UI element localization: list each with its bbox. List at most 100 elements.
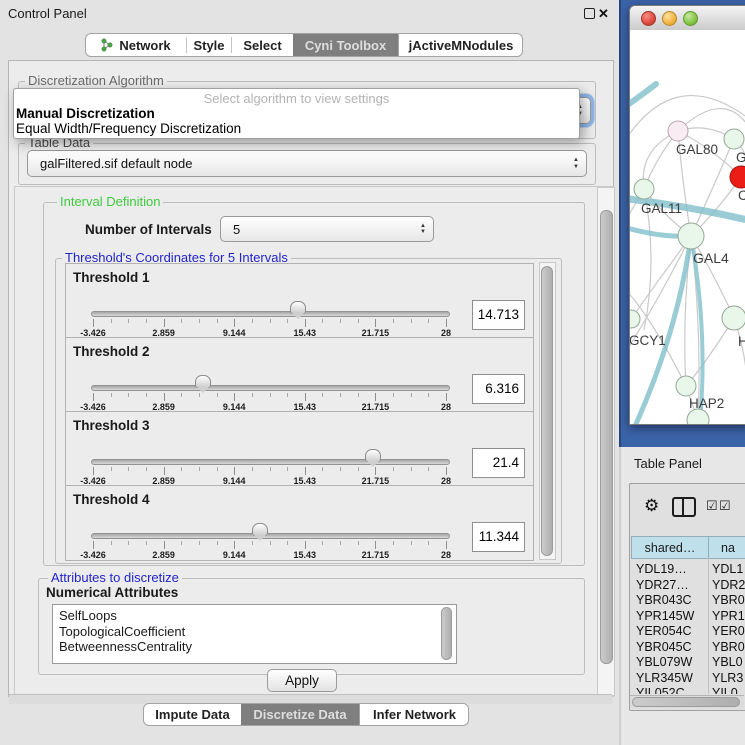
- threshold-slider-thumb[interactable]: [252, 523, 268, 536]
- attributes-scrollbar-thumb[interactable]: [441, 607, 452, 660]
- network-node-bottom-clipped[interactable]: [687, 409, 709, 424]
- table-cell-shared-name[interactable]: YPR145W: [636, 609, 694, 623]
- tick-mark: [305, 467, 306, 475]
- gear-icon[interactable]: ⚙: [644, 497, 659, 514]
- tab-network[interactable]: Network: [86, 34, 186, 56]
- tab-discretize-data[interactable]: Discretize Data: [241, 704, 359, 725]
- table-data-combobox[interactable]: galFiltered.sif default node ▲▼: [27, 150, 587, 177]
- hscrollbar-thumb[interactable]: [632, 697, 740, 707]
- table-header-shared[interactable]: shared…: [631, 536, 709, 559]
- tick-mark: [181, 393, 182, 397]
- apply-button[interactable]: Apply: [267, 669, 337, 692]
- checkbox-checked-icon[interactable]: ☑: [706, 499, 718, 512]
- network-node-label: GAL80: [676, 142, 718, 157]
- panel-title: Control Panel: [8, 6, 87, 21]
- tab-cyni-toolbox[interactable]: Cyni Toolbox: [293, 34, 398, 56]
- table-cell-name[interactable]: YBR0: [712, 593, 745, 607]
- table-cell-name[interactable]: YPR1: [712, 609, 745, 623]
- table-cell-shared-name[interactable]: YBR045C: [636, 640, 692, 654]
- columns-icon[interactable]: [672, 497, 696, 517]
- panel-scrollbar-thumb[interactable]: [600, 210, 613, 664]
- table-cell-name[interactable]: YIL0: [712, 686, 738, 694]
- tick-mark: [305, 393, 306, 401]
- threshold-label: Threshold 3: [73, 418, 150, 433]
- number-of-intervals-spinner[interactable]: 5 ▲▼: [220, 216, 434, 242]
- float-icon[interactable]: [584, 8, 595, 19]
- tick-mark: [252, 319, 253, 323]
- table-cell-name[interactable]: YBR0: [712, 640, 745, 654]
- tick-mark: [287, 467, 288, 471]
- tick-mark: [322, 393, 323, 397]
- table-cell-name[interactable]: YLR3: [712, 671, 743, 685]
- network-node-GA-clipped[interactable]: [724, 129, 744, 149]
- table-cell-shared-name[interactable]: YDL19…: [636, 562, 687, 576]
- threshold-slider-track[interactable]: [91, 385, 450, 391]
- tab-style[interactable]: Style: [187, 34, 231, 56]
- tick-mark: [199, 541, 200, 545]
- tab-jactivemnodules[interactable]: jActiveMNodules: [398, 34, 523, 56]
- table-cell-name[interactable]: YDL1: [712, 562, 743, 576]
- tick-mark: [111, 541, 112, 545]
- mac-zoom-button[interactable]: [683, 11, 698, 26]
- network-canvas[interactable]: GAL80GACGAL11GAL4GCY1HHAP2: [630, 30, 745, 424]
- attribute-list-item[interactable]: TopologicalCoefficient: [59, 624, 185, 639]
- network-node-label: H: [738, 334, 745, 349]
- threshold-slider-track[interactable]: [91, 533, 450, 539]
- table-cell-shared-name[interactable]: YDR27…: [636, 578, 689, 592]
- network-edge-highlighted: [630, 84, 656, 110]
- table-cell-shared-name[interactable]: YBR043C: [636, 593, 692, 607]
- tab-impute-data[interactable]: Impute Data: [144, 704, 241, 725]
- mac-close-button[interactable]: [641, 11, 656, 26]
- table-panel-title: Table Panel: [634, 456, 702, 471]
- attribute-list-item[interactable]: BetweennessCentrality: [59, 639, 192, 654]
- threshold-slider-thumb[interactable]: [195, 375, 211, 388]
- threshold-value-field[interactable]: 6.316: [472, 374, 525, 404]
- network-node-GCY1[interactable]: [630, 310, 640, 328]
- threshold-slider-thumb[interactable]: [365, 449, 381, 462]
- attribute-list-item[interactable]: SelfLoops: [59, 608, 117, 623]
- tab-infer-network[interactable]: Infer Network: [359, 704, 469, 725]
- table-cell-name[interactable]: YDR2: [712, 578, 745, 592]
- network-view-window: GAL80GACGAL11GAL4GCY1HHAP2: [629, 5, 745, 425]
- threshold-row: Threshold 1-3.4262.8599.14415.4321.71528…: [65, 263, 534, 339]
- dropdown-option-equal-width[interactable]: Equal Width/Frequency Discretization: [14, 121, 579, 136]
- checkbox-checked-icon[interactable]: ☑: [719, 499, 731, 512]
- threshold-slider-track[interactable]: [91, 459, 450, 465]
- threshold-value-field[interactable]: 11.344: [472, 522, 525, 552]
- tick-mark: [340, 319, 341, 323]
- network-node-H-clipped[interactable]: [722, 306, 745, 330]
- mac-minimize-button[interactable]: [662, 11, 677, 26]
- tick-mark: [322, 319, 323, 323]
- threshold-value-field[interactable]: 14.713: [472, 300, 525, 330]
- tick-mark: [393, 393, 394, 397]
- close-icon[interactable]: ✕: [598, 7, 609, 20]
- network-node-HAP2[interactable]: [676, 376, 696, 396]
- tick-mark: [234, 467, 235, 475]
- threshold-value-field[interactable]: 21.4: [472, 448, 525, 478]
- table-cell-shared-name[interactable]: YIL052C: [636, 686, 685, 694]
- tick-mark: [128, 319, 129, 323]
- network-node-GAL80[interactable]: [668, 121, 688, 141]
- table-cell-shared-name[interactable]: YLR345W: [636, 671, 693, 685]
- tab-select[interactable]: Select: [232, 34, 293, 56]
- tick-label: 15.43: [294, 550, 317, 560]
- table-cell-shared-name[interactable]: YBL079W: [636, 655, 692, 669]
- tick-mark: [111, 467, 112, 471]
- table-cell-name[interactable]: YBL0: [712, 655, 743, 669]
- tick-mark: [164, 393, 165, 401]
- tick-mark: [340, 393, 341, 397]
- network-window-titlebar[interactable]: [630, 6, 745, 31]
- network-node-GAL11[interactable]: [634, 179, 654, 199]
- tick-mark: [446, 319, 447, 327]
- table-cell-name[interactable]: YER0: [712, 624, 745, 638]
- network-node-GAL4[interactable]: [678, 223, 704, 249]
- table-header-name[interactable]: na: [708, 536, 745, 559]
- numerical-attributes-list[interactable]: SelfLoopsTopologicalCoefficientBetweenne…: [52, 604, 457, 664]
- tick-label: -3.426: [80, 550, 106, 560]
- table-cell-shared-name[interactable]: YER054C: [636, 624, 692, 638]
- dropdown-option-manual[interactable]: Manual Discretization: [14, 106, 579, 121]
- network-node-label: C: [738, 188, 745, 203]
- threshold-slider-thumb[interactable]: [290, 301, 306, 314]
- thresholds-scrollbar-thumb[interactable]: [541, 266, 553, 556]
- threshold-slider-track[interactable]: [91, 311, 450, 317]
